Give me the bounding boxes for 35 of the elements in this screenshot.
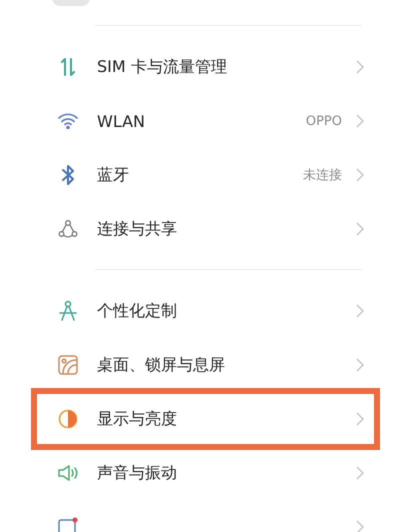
- chevron-icon: [356, 304, 364, 318]
- item-label: 桌面、锁屏与息屏: [97, 354, 226, 376]
- bluetooth-icon: [61, 164, 75, 186]
- item-value: 未连接: [303, 167, 342, 184]
- chevron-icon: [356, 358, 364, 372]
- item-label: 蓝牙: [97, 164, 130, 186]
- wallpaper-icon: [58, 355, 78, 375]
- settings-item[interactable]: SIM 卡与流量管理: [0, 40, 418, 94]
- item-value: OPPO: [306, 114, 342, 128]
- item-label: WLAN: [97, 112, 146, 130]
- settings-item[interactable]: 声音与振动: [0, 446, 418, 500]
- settings-item[interactable]: 桌面、锁屏与息屏: [0, 338, 418, 392]
- speaker-icon: [57, 464, 79, 482]
- item-label: 连接与共享: [97, 218, 178, 240]
- chevron-icon: [356, 466, 364, 480]
- share-icon: [58, 219, 78, 239]
- notification-icon: [58, 517, 78, 532]
- wifi-icon: [58, 113, 78, 129]
- chevron-icon: [356, 168, 364, 182]
- settings-item[interactable]: WLAN OPPO: [0, 94, 418, 148]
- item-label: SIM 卡与流量管理: [97, 56, 228, 78]
- settings-item[interactable]: 连接与共享: [0, 202, 418, 256]
- chevron-icon: [356, 412, 364, 426]
- settings-item[interactable]: 蓝牙 未连接: [0, 148, 418, 202]
- compass-icon: [59, 300, 77, 322]
- chevron-icon: [356, 60, 364, 74]
- item-label: 显示与亮度: [97, 408, 178, 430]
- item-label: 个性化定制: [97, 300, 178, 322]
- brightness-icon: [58, 409, 78, 429]
- chevron-icon: [356, 222, 364, 236]
- item-label: 声音与振动: [97, 462, 178, 484]
- chevron-icon: [356, 114, 364, 128]
- chevron-icon: [356, 520, 364, 532]
- settings-item[interactable]: 个性化定制: [0, 284, 418, 338]
- settings-item[interactable]: 显示与亮度: [0, 392, 418, 446]
